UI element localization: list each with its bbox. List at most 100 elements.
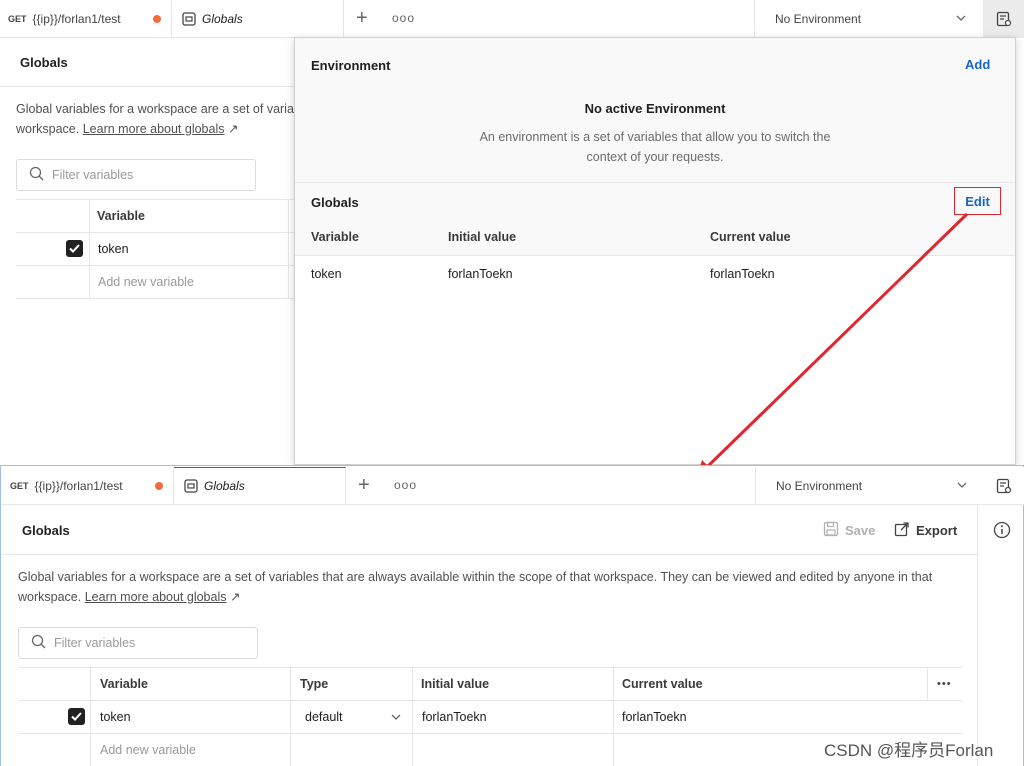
save-label: Save [845,523,876,538]
bottom-screenshot [0,465,1024,766]
top-title-divider [0,86,294,87]
top-description-line1: Global variables for a workspace are a s… [16,102,294,116]
top-filter-placeholder: Filter variables [52,168,134,182]
new-tab-button[interactable]: + [356,8,368,28]
environment-selector-label: No Environment [775,12,862,26]
bottom-row-initial-value[interactable]: forlanToekn [422,701,487,733]
column-options-icon[interactable]: ••• [937,668,952,700]
bottom-col-variable: Variable [100,677,148,691]
no-env-text-line2: context of your requests. [586,150,724,164]
top-row-variable[interactable]: token [98,233,129,265]
save-button[interactable]: Save [823,521,875,540]
bottom-tab-bar: GET {{ip}}/forlan1/test Globals + ooo No… [2,467,1024,505]
bottom-title-divider [2,554,977,555]
top-table-line [16,232,294,233]
export-icon [894,521,910,540]
bottom-learn-more-link[interactable]: Learn more about globals [85,590,227,604]
search-icon [29,166,44,184]
type-dropdown[interactable]: default [305,701,405,733]
bottom-row-checkbox[interactable] [68,708,85,725]
bottom-add-new-variable[interactable]: Add new variable [100,734,196,766]
bottom-table-col-line [90,667,91,766]
watermark: CSDN @程序员Forlan [824,741,994,760]
search-icon [31,634,46,652]
popup-col-variable: Variable [311,230,359,244]
top-table-col-line [89,199,90,299]
bottom-col-initial-value: Initial value [421,677,490,691]
environment-quick-look-icon[interactable] [983,467,1024,505]
top-description-line2: workspace. Learn more about globals ↗ [16,119,296,139]
environment-quick-look-icon[interactable] [983,0,1024,38]
environment-selector[interactable]: No Environment [754,0,982,38]
right-sidebar-divider [977,506,978,766]
globals-icon [182,11,196,26]
bottom-col-current-value: Current value [622,677,703,691]
chevron-down-icon [956,479,968,494]
top-table-col-line [288,199,289,299]
top-row-checkbox[interactable] [66,240,83,257]
bottom-table-col-line [613,667,614,766]
bottom-table-col-line [290,667,291,766]
bottom-table-line [18,700,963,701]
bottom-page-title: Globals [22,523,70,538]
bottom-row-current-value[interactable]: forlanToekn [622,701,687,733]
globals-section-header [295,183,1015,256]
popup-row-initial-value: forlanToekn [448,267,513,281]
top-table-line [16,298,294,299]
type-dropdown-value: default [305,710,343,724]
globals-tab[interactable]: Globals [172,0,344,37]
chevron-down-icon [390,711,402,726]
request-url: {{ip}}/forlan1/test [32,11,121,26]
new-tab-button[interactable]: + [358,475,370,495]
popup-row-current-value: forlanToekn [710,267,775,281]
bottom-description-line1: Global variables for a workspace are a s… [18,570,933,584]
top-filter-input[interactable]: Filter variables [16,159,256,191]
request-url: {{ip}}/forlan1/test [34,478,123,493]
popup-col-current-value: Current value [710,230,791,244]
top-add-new-variable[interactable]: Add new variable [98,266,194,298]
no-active-environment-title: No active Environment [584,101,726,116]
environment-selector-label: No Environment [776,479,863,493]
top-description: Global variables for a workspace are a s… [16,99,296,139]
top-tab-bar: GET {{ip}}/forlan1/test Globals + ooo No… [0,0,1024,38]
add-environment-button[interactable]: Add [965,57,990,72]
unsaved-dot [155,482,163,490]
external-link-icon: ↗ [229,590,241,604]
popup-globals-heading: Globals [311,195,359,210]
edit-globals-label: Edit [965,193,990,209]
bottom-row-variable[interactable]: token [100,701,131,733]
top-table-line [16,199,294,200]
request-method: GET [10,480,29,491]
info-icon[interactable] [993,521,1011,544]
bottom-table-col-line [412,667,413,766]
bottom-description: Global variables for a workspace are a s… [18,567,968,607]
external-link-icon: ↗ [227,122,239,136]
export-label: Export [916,523,958,538]
bottom-filter-placeholder: Filter variables [54,636,136,650]
top-description-prefix: workspace. [16,122,80,136]
more-tabs-icon[interactable]: ooo [394,478,417,492]
no-env-text-line1: An environment is a set of variables tha… [479,130,831,144]
top-col-variable: Variable [97,209,145,223]
globals-icon [184,479,198,493]
save-icon [823,521,839,540]
globals-tab-label: Globals [204,479,245,493]
globals-tab[interactable]: Globals [174,467,346,504]
chevron-down-icon [955,12,967,27]
bottom-table-col-line [927,667,928,700]
edit-globals-button[interactable]: Edit [954,187,1001,215]
bottom-filter-input[interactable]: Filter variables [18,627,258,659]
no-active-environment-text: An environment is a set of variables tha… [295,127,1015,167]
top-learn-more-link[interactable]: Learn more about globals [83,122,225,136]
more-tabs-icon[interactable]: ooo [392,11,415,25]
popup-row-variable: token [311,267,342,281]
environment-selector[interactable]: No Environment [755,467,983,505]
export-button[interactable]: Export [894,521,957,540]
request-tab[interactable]: GET {{ip}}/forlan1/test [2,467,174,504]
request-method: GET [8,13,27,24]
bottom-table-line [18,667,963,668]
popup-col-initial-value: Initial value [448,230,517,244]
environment-quick-look-panel: Environment Add No active Environment An… [294,37,1016,465]
request-tab[interactable]: GET {{ip}}/forlan1/test [0,0,172,37]
environment-heading: Environment [311,58,391,73]
